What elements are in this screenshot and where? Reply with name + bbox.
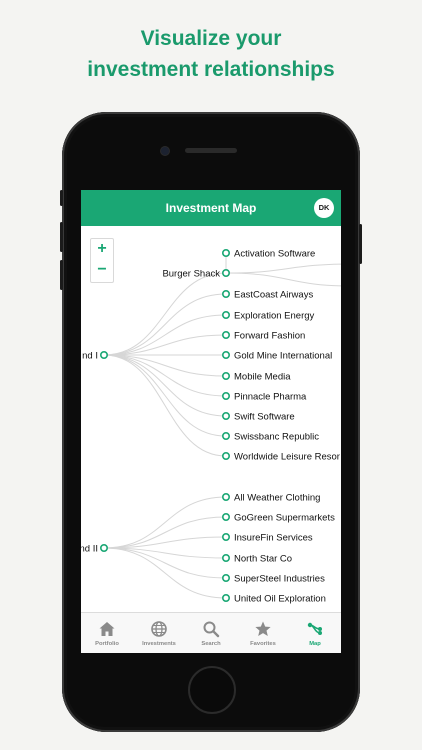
tree-node-fund-i[interactable]: nd I [82, 350, 98, 361]
tree-node-dot[interactable] [222, 492, 231, 501]
tree-node-company[interactable]: United Oil Exploration [234, 593, 326, 604]
tree-link [225, 263, 341, 274]
page-title: Investment Map [165, 201, 257, 215]
tree-link [225, 272, 341, 287]
marketing-headline-line2: investment relationships [87, 58, 335, 81]
tree-node-dot[interactable] [222, 392, 231, 401]
marketing-headline-line1: Visualize your [140, 27, 282, 50]
tree-link [103, 314, 227, 356]
tree-link [103, 354, 227, 417]
tab-investments[interactable]: Investments [133, 613, 185, 653]
tree-node-company[interactable]: Exploration Energy [234, 310, 315, 321]
app-header: Investment Map DK [81, 190, 341, 226]
tree-node-company[interactable]: EastCoast Airways [234, 289, 313, 300]
tab-map[interactable]: Map [289, 613, 341, 653]
phone-mute-switch [60, 190, 63, 206]
front-camera [160, 146, 170, 156]
tree-node-dot[interactable] [99, 351, 108, 360]
tree-node-company[interactable]: SuperSteel Industries [234, 573, 325, 584]
tree-node-dot[interactable] [222, 290, 231, 299]
tree-link [103, 272, 227, 356]
globe-icon [151, 621, 167, 637]
search-icon [203, 621, 220, 638]
investment-tree-graph[interactable]: Activation Software Burger Shack EastCoast… [81, 226, 341, 612]
investment-map-canvas[interactable]: Activation Software Burger Shack EastCoast… [81, 226, 341, 612]
star-icon [255, 621, 271, 636]
zoom-in-button[interactable]: + [90, 238, 114, 262]
tree-node-dot[interactable] [222, 432, 231, 441]
tree-node-company[interactable]: GoGreen Supermarkets [234, 512, 335, 523]
tree-node-dot[interactable] [99, 543, 108, 552]
tree-node-fund-ii[interactable]: nd II [81, 543, 98, 554]
zoom-out-button[interactable]: − [90, 260, 114, 283]
tree-link [103, 354, 227, 457]
tree-node-company[interactable]: Forward Fashion [234, 330, 305, 341]
tree-node-dot[interactable] [222, 268, 231, 277]
tree-node-dot[interactable] [222, 248, 231, 257]
tree-node-company[interactable]: All Weather Clothing [234, 492, 320, 503]
tree-link [103, 547, 227, 599]
tree-link [103, 354, 227, 437]
tab-label: Map [309, 641, 321, 647]
tree-link [103, 293, 227, 356]
phone-volume-down [60, 260, 63, 290]
tree-node-company[interactable]: Worldwide Leisure Resor [234, 451, 340, 462]
tree-link [103, 496, 227, 549]
phone-volume-up [60, 222, 63, 252]
app-screen: Investment Map DK Activation Software Bur… [81, 190, 341, 653]
tree-node-dot[interactable] [222, 573, 231, 582]
tree-node-company[interactable]: Pinnacle Pharma [234, 391, 307, 402]
tab-portfolio[interactable]: Portfolio [81, 613, 133, 653]
map-network-icon [307, 622, 322, 635]
tree-node-dot[interactable] [222, 512, 231, 521]
tree-node-company[interactable]: Mobile Media [234, 371, 291, 382]
tab-label: Favorites [250, 641, 276, 647]
phone-power-button [359, 224, 362, 264]
tree-node-dot[interactable] [222, 331, 231, 340]
tab-label: Portfolio [95, 641, 119, 647]
tab-label: Search [201, 641, 221, 647]
tree-node-activation-software[interactable]: Activation Software [234, 248, 315, 259]
avatar[interactable]: DK [314, 198, 334, 218]
home-button[interactable] [188, 666, 236, 714]
tree-node-dot[interactable] [222, 593, 231, 602]
tree-node-dot[interactable] [222, 311, 231, 320]
tree-node-dot[interactable] [222, 452, 231, 461]
tree-node-dot[interactable] [222, 372, 231, 381]
home-icon [99, 622, 115, 636]
tree-link [103, 516, 227, 549]
tab-search[interactable]: Search [185, 613, 237, 653]
tree-node-burger-shack[interactable]: Burger Shack [162, 268, 220, 279]
tree-node-company[interactable]: InsureFin Services [234, 532, 313, 543]
tab-label: Investments [142, 641, 176, 647]
tree-node-dot[interactable] [222, 412, 231, 421]
tree-node-company[interactable]: Swissbanc Republic [234, 431, 319, 442]
tree-links [103, 253, 341, 599]
tab-favorites[interactable]: Favorites [237, 613, 289, 653]
tree-node-company[interactable]: Gold Mine International [234, 350, 332, 361]
tree-node-dot[interactable] [222, 351, 231, 360]
tree-node-company[interactable]: Swift Software [234, 411, 295, 422]
tree-node-dot[interactable] [222, 553, 231, 562]
tree-nodes: Activation Software Burger Shack EastCoast… [81, 248, 340, 604]
earpiece-speaker [185, 148, 237, 153]
tree-node-dot[interactable] [222, 532, 231, 541]
tree-node-company[interactable]: North Star Co [234, 553, 292, 564]
bottom-tab-bar: Portfolio Investments Search Favorites M… [81, 612, 341, 653]
